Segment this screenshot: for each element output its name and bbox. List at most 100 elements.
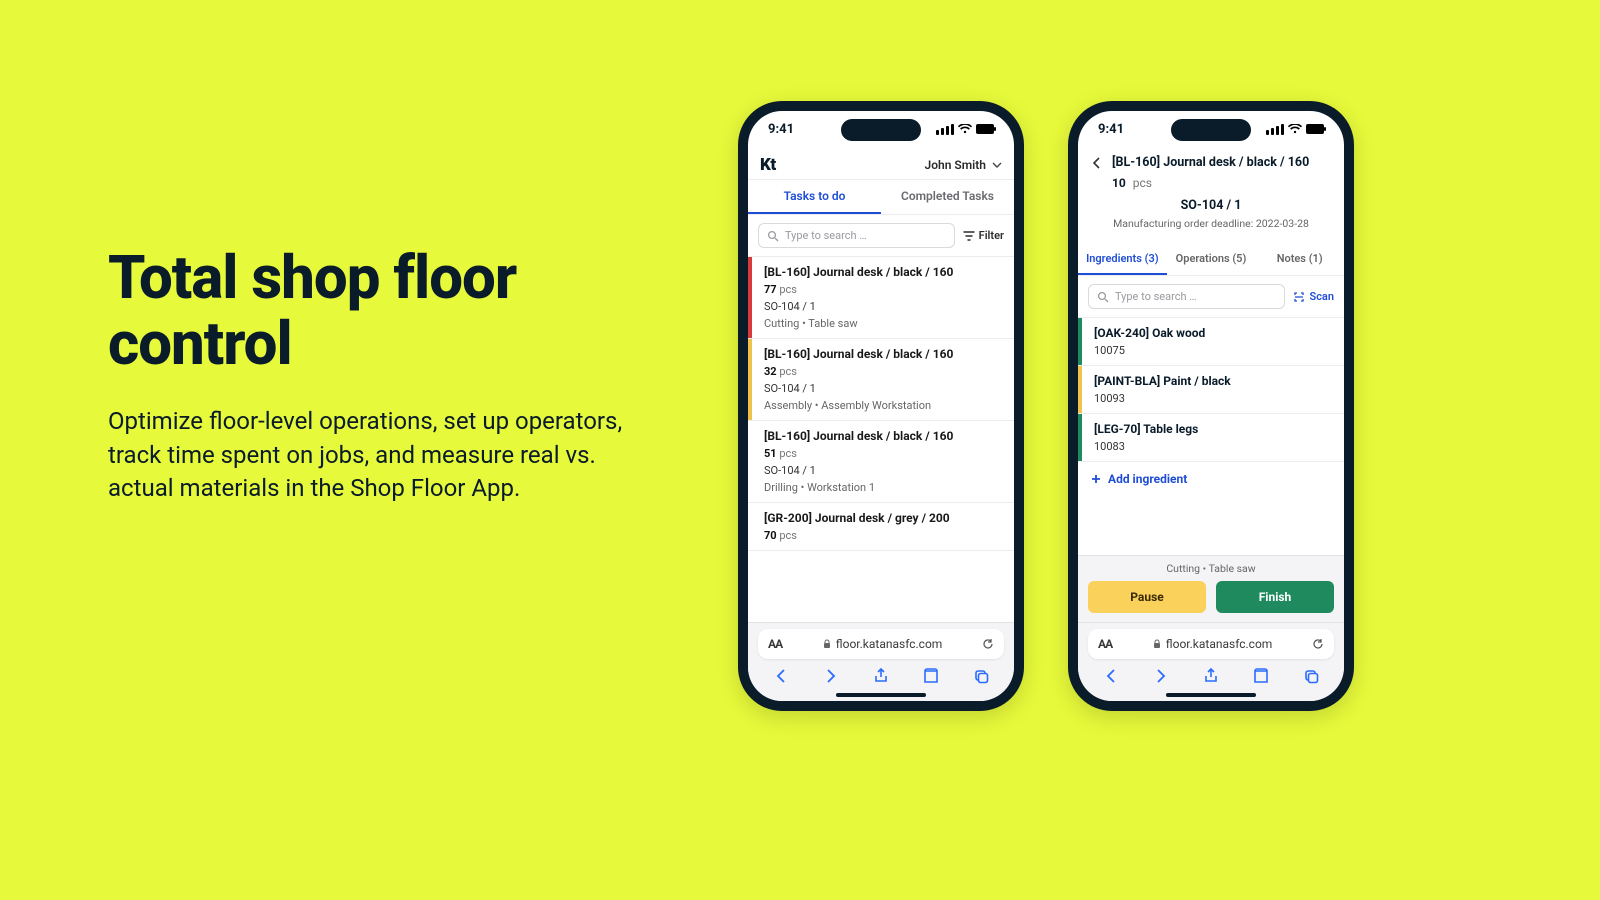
phone-right: 9:41 [BL-160] Journal desk / black / 160… [1068, 101, 1354, 711]
task-row[interactable]: [GR-200] Journal desk / grey / 200 70 pcs [748, 503, 1014, 551]
detail-title: [BL-160] Journal desk / black / 160 [1112, 155, 1309, 170]
search-input[interactable]: Type to search … [758, 223, 955, 248]
ingredient-name: [LEG-70] Table legs [1094, 422, 1332, 436]
tab-notes[interactable]: Notes (1) [1255, 244, 1344, 275]
task-qty: 70 pcs [764, 529, 1002, 542]
signal-icon [1266, 124, 1284, 135]
back-icon[interactable] [772, 667, 790, 685]
tab-completed-tasks[interactable]: Completed Tasks [881, 180, 1014, 214]
task-qty: 77 pcs [764, 283, 1002, 296]
url-text: floor.katanasfc.com [1166, 637, 1273, 651]
task-operation: Cutting • Table saw [764, 317, 1002, 330]
plus-icon [1090, 473, 1102, 485]
ingredient-qty: 10083 [1094, 440, 1332, 453]
search-input[interactable]: Type to search … [1088, 284, 1285, 309]
reload-icon[interactable] [1312, 638, 1324, 650]
task-list[interactable]: [BL-160] Journal desk / black / 160 77 pc… [748, 257, 1014, 551]
pause-button[interactable]: Pause [1088, 581, 1206, 613]
search-placeholder: Type to search … [785, 229, 867, 242]
add-ingredient-label: Add ingredient [1108, 472, 1187, 486]
bookmarks-icon[interactable] [922, 667, 940, 685]
battery-icon [976, 124, 994, 134]
scan-icon [1293, 291, 1305, 303]
filter-button[interactable]: Filter [963, 229, 1004, 242]
status-stripe [1078, 318, 1082, 365]
ingredient-row[interactable]: [OAK-240] Oak wood 10075 [1078, 318, 1344, 366]
detail-so: SO-104 / 1 [1090, 198, 1332, 213]
task-qty: 51 pcs [764, 447, 1002, 460]
operation-label: Cutting • Table saw [1088, 562, 1334, 575]
scan-button[interactable]: Scan [1293, 290, 1334, 303]
tab-operations[interactable]: Operations (5) [1167, 244, 1256, 275]
app-logo: Kt [760, 155, 776, 175]
forward-icon[interactable] [1152, 667, 1170, 685]
detail-qty: 10 [1112, 176, 1126, 190]
ingredient-name: [OAK-240] Oak wood [1094, 326, 1332, 340]
ingredients-list[interactable]: [OAK-240] Oak wood 10075 [PAINT-BLA] Paint… [1078, 318, 1344, 462]
url-text: floor.katanasfc.com [836, 637, 943, 651]
search-icon [767, 230, 779, 242]
headline: Total shop floor control [108, 245, 648, 377]
ingredient-qty: 10075 [1094, 344, 1332, 357]
task-so: SO-104 / 1 [764, 300, 1002, 313]
chevron-down-icon [992, 160, 1002, 170]
add-ingredient-button[interactable]: Add ingredient [1078, 462, 1344, 496]
tabs-icon[interactable] [972, 667, 990, 685]
lock-icon [1152, 639, 1162, 649]
text-size-button[interactable]: AA [768, 637, 782, 651]
task-row[interactable]: [BL-160] Journal desk / black / 160 32 pc… [748, 339, 1014, 421]
share-icon[interactable] [1202, 667, 1220, 685]
back-arrow-icon[interactable] [1090, 156, 1104, 170]
scan-label: Scan [1309, 290, 1334, 303]
search-icon [1097, 291, 1109, 303]
status-stripe [748, 257, 752, 338]
filter-label: Filter [979, 229, 1004, 242]
ingredient-row[interactable]: [LEG-70] Table legs 10083 [1078, 414, 1344, 462]
status-time: 9:41 [768, 122, 794, 137]
status-stripe [748, 339, 752, 420]
tab-tasks-to-do[interactable]: Tasks to do [748, 180, 881, 214]
task-title: [BL-160] Journal desk / black / 160 [764, 429, 1002, 443]
task-title: [GR-200] Journal desk / grey / 200 [764, 511, 1002, 525]
signal-icon [936, 124, 954, 135]
share-icon[interactable] [872, 667, 890, 685]
ingredient-qty: 10093 [1094, 392, 1332, 405]
task-so: SO-104 / 1 [764, 464, 1002, 477]
battery-icon [1306, 124, 1324, 134]
reload-icon[interactable] [982, 638, 994, 650]
filter-icon [963, 230, 975, 242]
wifi-icon [958, 124, 972, 134]
tab-ingredients[interactable]: Ingredients (3) [1078, 244, 1167, 275]
lock-icon [822, 639, 832, 649]
wifi-icon [1288, 124, 1302, 134]
text-size-button[interactable]: AA [1098, 637, 1112, 651]
user-name: John Smith [925, 158, 986, 172]
search-placeholder: Type to search … [1115, 290, 1197, 303]
bookmarks-icon[interactable] [1252, 667, 1270, 685]
task-row[interactable]: [BL-160] Journal desk / black / 160 51 pc… [748, 421, 1014, 503]
task-row[interactable]: [BL-160] Journal desk / black / 160 77 pc… [748, 257, 1014, 339]
url-bar[interactable]: AA floor.katanasfc.com [1088, 629, 1334, 659]
home-indicator [1166, 693, 1256, 697]
task-so: SO-104 / 1 [764, 382, 1002, 395]
task-title: [BL-160] Journal desk / black / 160 [764, 347, 1002, 361]
status-stripe [1078, 414, 1082, 461]
notch [841, 119, 921, 141]
status-stripe [748, 421, 752, 502]
ingredient-row[interactable]: [PAINT-BLA] Paint / black10093 [1078, 366, 1344, 414]
finish-button[interactable]: Finish [1216, 581, 1334, 613]
status-stripe [748, 503, 752, 550]
task-title: [BL-160] Journal desk / black / 160 [764, 265, 1002, 279]
task-operation: Drilling • Workstation 1 [764, 481, 1002, 494]
tabs-icon[interactable] [1302, 667, 1320, 685]
task-qty: 32 pcs [764, 365, 1002, 378]
task-operation: Assembly • Assembly Workstation [764, 399, 1002, 412]
phone-left: 9:41 Kt John Smith Tasks to do [738, 101, 1024, 711]
notch [1171, 119, 1251, 141]
detail-deadline: Manufacturing order deadline: 2022-03-28 [1090, 217, 1332, 230]
user-menu[interactable]: John Smith [925, 158, 1002, 172]
forward-icon[interactable] [822, 667, 840, 685]
url-bar[interactable]: AA floor.katanasfc.com [758, 629, 1004, 659]
home-indicator [836, 693, 926, 697]
back-icon[interactable] [1102, 667, 1120, 685]
